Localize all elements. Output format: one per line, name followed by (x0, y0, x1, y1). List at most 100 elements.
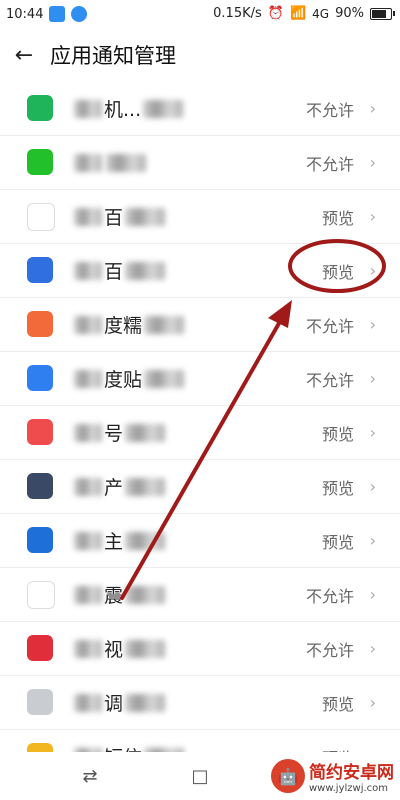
blurred-text (125, 207, 166, 226)
blurred-text (74, 369, 102, 388)
blurred-text (74, 693, 102, 712)
app-name: 百 (72, 244, 167, 297)
chevron-right-icon: › (369, 153, 376, 172)
app-notification-row[interactable]: 度糯 不允许 › (0, 298, 400, 352)
nuomi-icon (27, 311, 53, 337)
chevron-right-icon: › (369, 207, 376, 226)
blurred-text (74, 99, 102, 118)
chevron-right-icon: › (369, 585, 376, 604)
notification-status: 不允许 (305, 370, 354, 390)
notification-status: 不允许 (305, 316, 354, 336)
app-notification-row[interactable]: 调 预览 › (0, 676, 400, 730)
blurred-text (74, 207, 102, 226)
app-name: 产 (72, 460, 167, 513)
blurred-text (74, 315, 102, 334)
status-bar: 10:44 0.15K/s ⏰ 📶 4G 90% (0, 0, 400, 30)
app-name: 度糯 (72, 298, 186, 351)
blurred-text (74, 153, 102, 172)
chevron-right-icon: › (369, 477, 376, 496)
notification-status: 预览 (321, 262, 354, 282)
app-name: 调 (72, 676, 167, 729)
app-name-visible-text: 号 (104, 423, 124, 445)
blurred-text (144, 369, 185, 388)
app-notification-row[interactable]: 不允许 › (0, 136, 400, 190)
app-notification-row[interactable]: 度贴 不允许 › (0, 352, 400, 406)
blurred-text (74, 423, 102, 442)
app-name: 百 (72, 190, 167, 243)
blurred-text (125, 585, 166, 604)
tieba-icon (27, 365, 53, 391)
notification-status: 预览 (321, 478, 354, 498)
watermark-title: 简约安卓网 (309, 763, 394, 783)
app-name: 主 (72, 514, 167, 567)
wifi-icon: 📶 (289, 6, 307, 21)
chevron-right-icon: › (369, 369, 376, 388)
app-name-visible-text: 度贴 (104, 369, 143, 391)
iqiyi-icon (27, 149, 53, 175)
blurred-text (74, 639, 102, 658)
chevron-right-icon: › (369, 261, 376, 280)
chevron-right-icon: › (369, 315, 376, 334)
notification-status: 预览 (321, 424, 354, 444)
app-notification-row[interactable]: 产 预览 › (0, 460, 400, 514)
message-icon (49, 6, 66, 22)
app-name-visible-text: 主 (104, 531, 124, 553)
blurred-text (144, 315, 185, 334)
navigation-bar: ⇄ □ 🤖 简约安卓网 www.jylzwj.com (0, 752, 400, 800)
blurred-text (143, 99, 184, 118)
app-name-visible-text: 震 (104, 585, 124, 607)
tv-icon (27, 635, 53, 661)
blurred-text (74, 585, 102, 604)
app-notification-row[interactable]: 号 预览 › (0, 406, 400, 460)
site-watermark: 🤖 简约安卓网 www.jylzwj.com (271, 758, 394, 794)
blurred-text (125, 477, 166, 496)
app-notification-row[interactable]: 机... 不允许 › (0, 82, 400, 136)
notification-status: 不允许 (305, 154, 354, 174)
app-notification-row[interactable]: 百 预览 › (0, 190, 400, 244)
app-notification-row[interactable]: 主 预览 › (0, 514, 400, 568)
blurred-text (74, 261, 102, 280)
back-arrow-icon[interactable]: ← (4, 35, 44, 75)
watermark-url: www.jylzwj.com (309, 783, 389, 794)
app-name-visible-text: 产 (104, 477, 124, 499)
contact-icon (27, 419, 53, 445)
green-plus-icon (27, 95, 53, 121)
notification-status: 不允许 (305, 586, 354, 606)
app-name: 度贴 (72, 352, 186, 405)
app-name-visible-text: 百 (104, 207, 124, 229)
baidu-map-icon (27, 257, 53, 283)
app-name: 号 (72, 406, 167, 459)
home-button[interactable]: □ (188, 764, 212, 788)
blurred-text (106, 153, 146, 172)
grey-app-icon (27, 689, 53, 715)
chevron-right-icon: › (369, 99, 376, 118)
chevron-right-icon: › (369, 693, 376, 712)
alarm-icon: ⏰ (267, 6, 284, 21)
battery-icon (370, 7, 395, 20)
app-notification-row[interactable]: 百 预览 › (0, 244, 400, 298)
app-name-visible-text: 百 (104, 261, 124, 283)
app-name: 机... (72, 82, 185, 135)
notification-status: 预览 (321, 208, 354, 228)
blurred-text (125, 423, 166, 442)
app-name-visible-text: 视 (104, 639, 124, 661)
chevron-right-icon: › (369, 531, 376, 550)
notification-status: 不允许 (305, 100, 354, 120)
recent-apps-button[interactable]: ⇄ (78, 764, 102, 788)
blurred-text (125, 261, 166, 280)
header: ← 应用通知管理 (0, 30, 400, 80)
app-notification-row[interactable]: 视 不允许 › (0, 622, 400, 676)
app-name-visible-text: 机... (104, 99, 142, 121)
android-robot-icon: 🤖 (271, 759, 305, 793)
network-type: 4G (312, 6, 330, 21)
steering-wheel-icon (27, 527, 53, 553)
status-time: 10:44 (6, 6, 44, 22)
battery-percent: 90% (335, 6, 364, 21)
app-name: 视 (72, 622, 167, 675)
app-name (72, 136, 148, 189)
blurred-text (74, 531, 102, 550)
notification-status: 预览 (321, 694, 354, 714)
seismograph-icon (27, 581, 55, 609)
app-notification-row[interactable]: 震 不允许 › (0, 568, 400, 622)
notification-status: 预览 (321, 532, 354, 552)
